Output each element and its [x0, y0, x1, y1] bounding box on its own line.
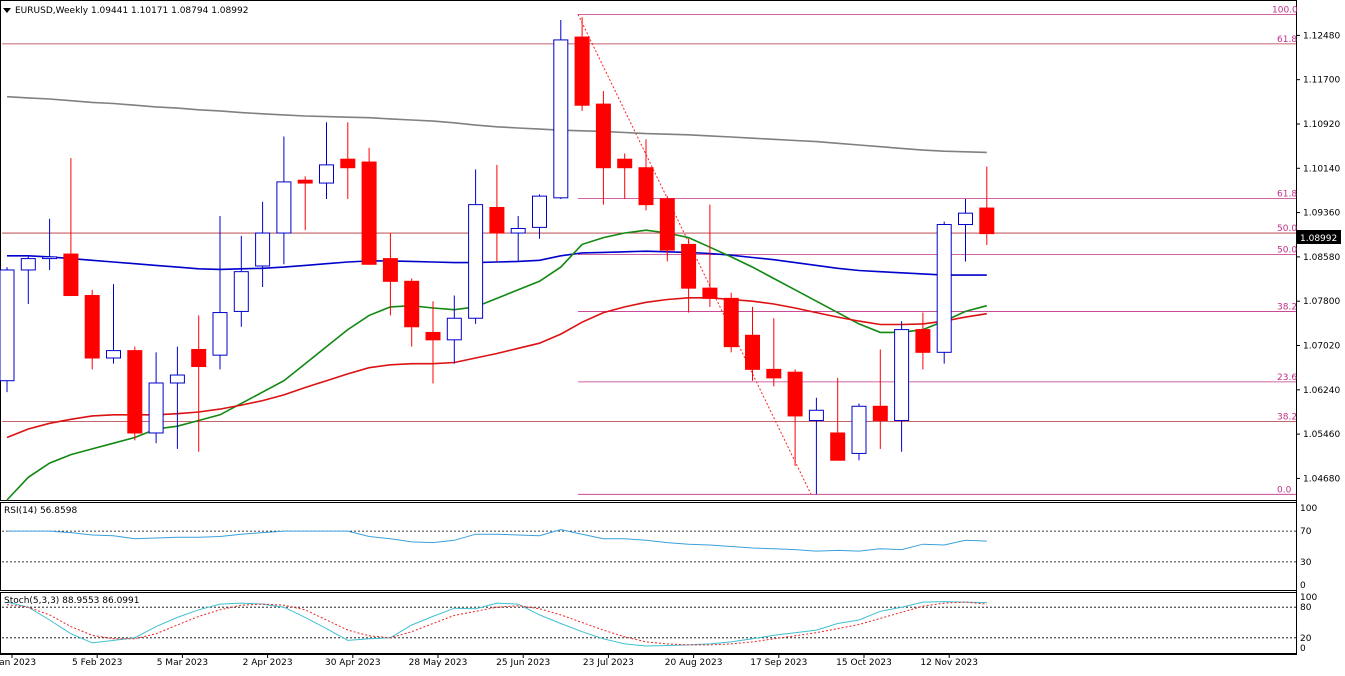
candle-body — [574, 36, 590, 106]
fib-right-level-label: 38.2 — [1277, 302, 1297, 312]
fib-right-level-label: 61.8 — [1277, 189, 1297, 199]
candle-body — [532, 195, 547, 228]
rsi-tick-label: 70 — [1300, 527, 1312, 537]
price-tick-label: 1.06240 — [1303, 386, 1340, 396]
candle-body — [681, 243, 697, 289]
candle-body — [191, 348, 207, 368]
candle-body — [127, 350, 143, 434]
symbol-info: EURUSD,Weekly 1.09441 1.10171 1.08794 1.… — [15, 6, 248, 16]
price-tick-label: 1.07800 — [1303, 297, 1340, 307]
fib-right-level-label: 100.0 — [1272, 5, 1298, 15]
fib-right-level-label: 50.0 — [1277, 246, 1297, 256]
price-tick-label: 1.07020 — [1303, 342, 1340, 352]
price-tick-label: 1.09360 — [1303, 209, 1340, 219]
time-tick-label: 5 Mar 2023 — [157, 658, 208, 668]
candle-body — [148, 382, 164, 434]
candle-body — [84, 295, 100, 359]
rsi-tick-label: 30 — [1300, 558, 1312, 568]
candle-body — [553, 39, 569, 199]
candle-body — [106, 350, 121, 359]
candle-body — [894, 329, 910, 421]
rsi-label: RSI(14) 56.8598 — [4, 506, 77, 516]
candle-body — [510, 227, 526, 234]
candle-body — [340, 158, 356, 169]
fib-left-level-label: 61.8 — [1277, 35, 1297, 45]
candle-body — [787, 371, 803, 417]
candle-body — [404, 280, 420, 328]
current-price-label: 1.08992 — [1300, 234, 1337, 244]
rsi-tick-label: 0 — [1300, 581, 1306, 591]
time-tick-label: 20 Aug 2023 — [665, 658, 723, 668]
price-tick-label: 1.10140 — [1303, 164, 1340, 174]
chart-svg: 61.8 50.0 38.2 100.0 61.8 50.0 38.2 23.6 0.0 1.1… — [0, 0, 1345, 676]
stoch-tick-label: 80 — [1300, 603, 1312, 613]
time-tick-label: 25 Jun 2023 — [496, 658, 550, 668]
candle-body — [233, 271, 249, 312]
price-tick-label: 1.12480 — [1303, 31, 1340, 41]
candle-body — [958, 212, 973, 226]
candle-body — [0, 269, 15, 382]
fib-left-level-label: 50.0 — [1277, 224, 1297, 234]
time-tick-label: 30 Apr 2023 — [325, 658, 381, 668]
fib-left-level-label: 38.2 — [1277, 413, 1297, 423]
candle-body — [936, 224, 952, 353]
fib-right-level-label: 0.0 — [1277, 485, 1292, 495]
candle-body — [489, 206, 505, 234]
time-tick-label: 28 May 2023 — [409, 658, 468, 668]
candle-body — [595, 103, 611, 169]
candle-body — [361, 161, 377, 265]
candle-body — [766, 368, 782, 379]
time-tick-label: 8 Jan 2023 — [0, 658, 36, 668]
candle-body — [20, 258, 36, 271]
time-tick-label: 15 Oct 2023 — [836, 658, 892, 668]
candle-body — [425, 331, 441, 341]
candle-body — [830, 432, 846, 461]
candle-body — [297, 179, 313, 184]
rsi-tick-label: 100 — [1300, 504, 1317, 514]
candle-body — [808, 409, 824, 421]
candle-body — [255, 232, 271, 267]
candle-body — [63, 253, 79, 297]
price-tick-label: 1.04680 — [1303, 474, 1340, 484]
candle-body — [42, 256, 58, 260]
stoch-tick-label: 0 — [1300, 644, 1306, 654]
stoch-label: Stoch(5,3,3) 88.9553 86.0991 — [4, 596, 139, 606]
stoch-tick-label: 100 — [1300, 593, 1317, 603]
price-tick-label: 1.08580 — [1303, 253, 1340, 263]
time-tick-label: 5 Feb 2023 — [72, 658, 122, 668]
time-tick-label: 17 Sep 2023 — [750, 658, 807, 668]
candle-body — [979, 207, 995, 235]
candle-body — [276, 181, 292, 234]
candle-body — [915, 329, 931, 353]
candle-body — [212, 312, 228, 356]
time-tick-label: 12 Nov 2023 — [920, 658, 978, 668]
candle-body — [638, 167, 654, 206]
time-tick-label: 23 Jul 2023 — [583, 658, 634, 668]
candle-body — [745, 334, 760, 370]
candle-body — [617, 158, 633, 169]
price-tick-label: 1.11700 — [1303, 76, 1340, 86]
candle-body — [468, 204, 484, 319]
candle-body — [723, 297, 739, 348]
candle-body — [872, 405, 888, 421]
candle-body — [446, 317, 462, 341]
stoch-tick-label: 20 — [1300, 634, 1312, 644]
price-tick-label: 1.05460 — [1303, 430, 1340, 440]
candle-body — [851, 405, 867, 454]
price-tick-label: 1.10920 — [1303, 120, 1340, 130]
candle-body — [319, 164, 334, 184]
candle-body — [659, 198, 675, 251]
candle-body — [382, 258, 398, 282]
time-tick-label: 2 Apr 2023 — [243, 658, 293, 668]
fib-right-level-label: 23.6 — [1277, 373, 1297, 383]
candle-body — [169, 374, 185, 384]
candle-body — [702, 287, 718, 299]
